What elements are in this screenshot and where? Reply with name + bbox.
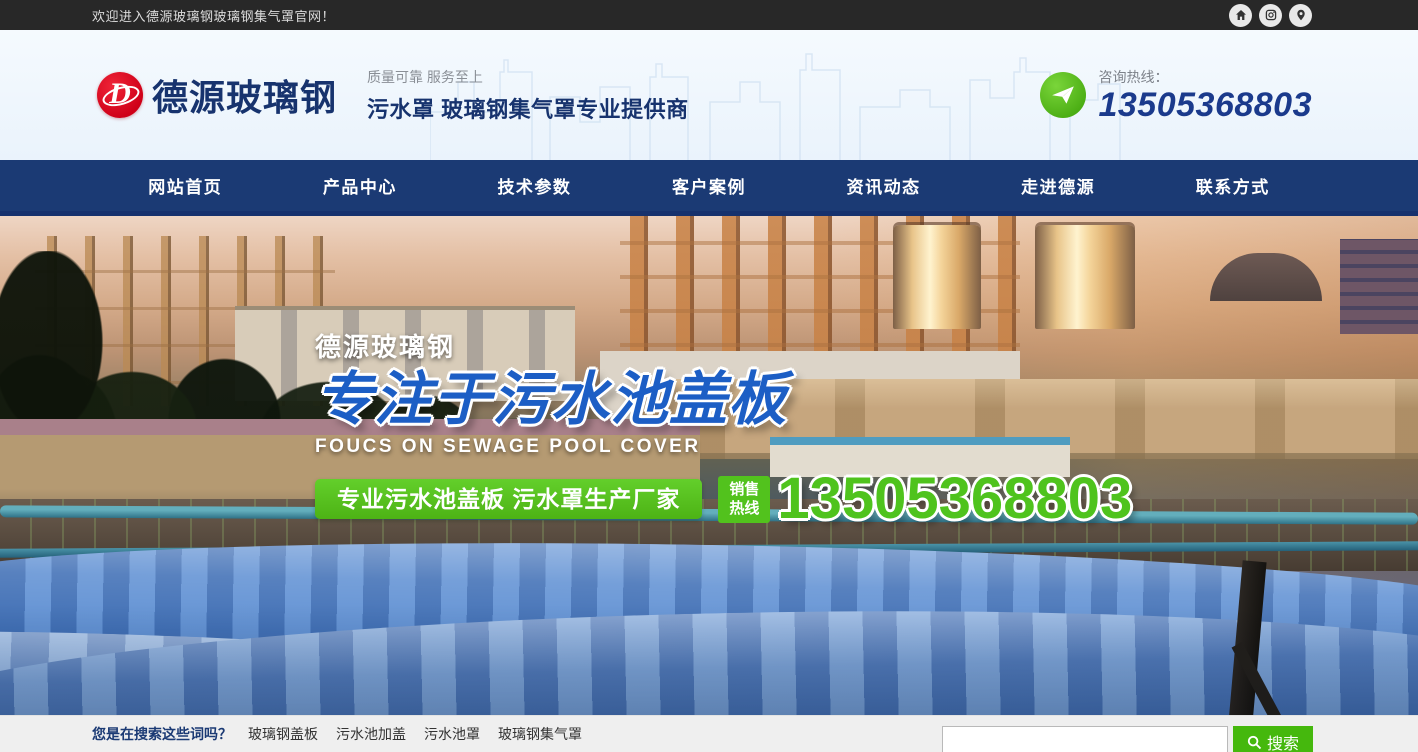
- nav-item-home[interactable]: 网站首页: [98, 160, 273, 211]
- hot-keywords: 玻璃钢盖板 污水池加盖 污水池罩 玻璃钢集气罩: [248, 724, 582, 744]
- camera-icon[interactable]: [1259, 4, 1282, 27]
- site-logo[interactable]: D 德源玻璃钢: [97, 69, 337, 121]
- search-button[interactable]: 搜索: [1233, 726, 1313, 752]
- sales-phone-number: 13505368803: [777, 470, 1132, 528]
- factory-building: [1340, 239, 1418, 334]
- hero-title: 专注于污水池盖板: [315, 368, 1132, 432]
- slogan-big: 污水罩 玻璃钢集气罩专业提供商: [367, 92, 689, 124]
- search-button-label: 搜索: [1267, 730, 1299, 752]
- search-input[interactable]: [942, 726, 1228, 752]
- nav-item-products[interactable]: 产品中心: [273, 160, 448, 211]
- hero-banner[interactable]: 德源玻璃钢 专注于污水池盖板 FOUCS ON SEWAGE POOL COVE…: [0, 211, 1418, 715]
- hotline-label: 咨询热线：: [1098, 67, 1312, 87]
- logo-text: 德源玻璃钢: [152, 69, 337, 121]
- keyword-link[interactable]: 污水池加盖: [336, 724, 406, 744]
- hero-text-overlay: 德源玻璃钢 专注于污水池盖板 FOUCS ON SEWAGE POOL COVE…: [315, 327, 1132, 528]
- sales-badge-line1: 销售: [718, 480, 770, 500]
- welcome-text: 欢迎进入德源玻璃钢玻璃钢集气罩官网！: [92, 6, 335, 25]
- nav-item-cases[interactable]: 客户案例: [622, 160, 797, 211]
- banner-top-strip: [0, 211, 1418, 216]
- storage-tank: [1035, 225, 1135, 329]
- location-pin-icon[interactable]: [1289, 4, 1312, 27]
- search-box: 搜索: [942, 726, 1313, 752]
- slogan-small: 质量可靠 服务至上: [367, 67, 689, 87]
- hotline-text: 咨询热线： 13505368803: [1098, 67, 1312, 124]
- topbar-social-icons: [1229, 4, 1312, 27]
- hero-subtitle-en: FOUCS ON SEWAGE POOL COVER: [315, 436, 1132, 458]
- keyword-link[interactable]: 污水池罩: [424, 724, 480, 744]
- hero-brand-text: 德源玻璃钢: [315, 327, 1132, 364]
- paper-plane-icon: [1040, 72, 1086, 118]
- logo-letter: D: [97, 72, 143, 118]
- home-icon[interactable]: [1229, 4, 1252, 27]
- keyword-link[interactable]: 玻璃钢集气罩: [498, 724, 582, 744]
- search-strip: 您是在搜索这些词吗？ 玻璃钢盖板 污水池加盖 污水池罩 玻璃钢集气罩 搜索: [0, 715, 1418, 752]
- storage-tank: [893, 225, 981, 329]
- nav-item-news[interactable]: 资讯动态: [796, 160, 971, 211]
- site-header: D 德源玻璃钢 质量可靠 服务至上 污水罩 玻璃钢集气罩专业提供商 咨询热线： …: [0, 30, 1418, 160]
- top-bar: 欢迎进入德源玻璃钢玻璃钢集气罩官网！: [0, 0, 1418, 30]
- search-icon: [1247, 735, 1262, 750]
- keyword-link[interactable]: 玻璃钢盖板: [248, 724, 318, 744]
- header-slogan: 质量可靠 服务至上 污水罩 玻璃钢集气罩专业提供商: [367, 67, 689, 124]
- hero-sales-hotline: 销售 热线 13505368803: [718, 470, 1132, 528]
- sales-hotline-badge: 销售 热线: [718, 476, 770, 523]
- search-prompt: 您是在搜索这些词吗？: [92, 724, 232, 744]
- hotline-number: 13505368803: [1098, 88, 1312, 124]
- hero-tagline-pill: 专业污水池盖板 污水罩生产厂家: [315, 479, 702, 519]
- nav-item-contact[interactable]: 联系方式: [1145, 160, 1320, 211]
- nav-item-about[interactable]: 走进德源: [971, 160, 1146, 211]
- nav-item-specs[interactable]: 技术参数: [447, 160, 622, 211]
- logo-mark-icon: D: [97, 72, 143, 118]
- main-nav: 网站首页 产品中心 技术参数 客户案例 资讯动态 走进德源 联系方式: [0, 160, 1418, 211]
- header-hotline: 咨询热线： 13505368803: [1040, 67, 1312, 124]
- sales-badge-line2: 热线: [718, 499, 770, 519]
